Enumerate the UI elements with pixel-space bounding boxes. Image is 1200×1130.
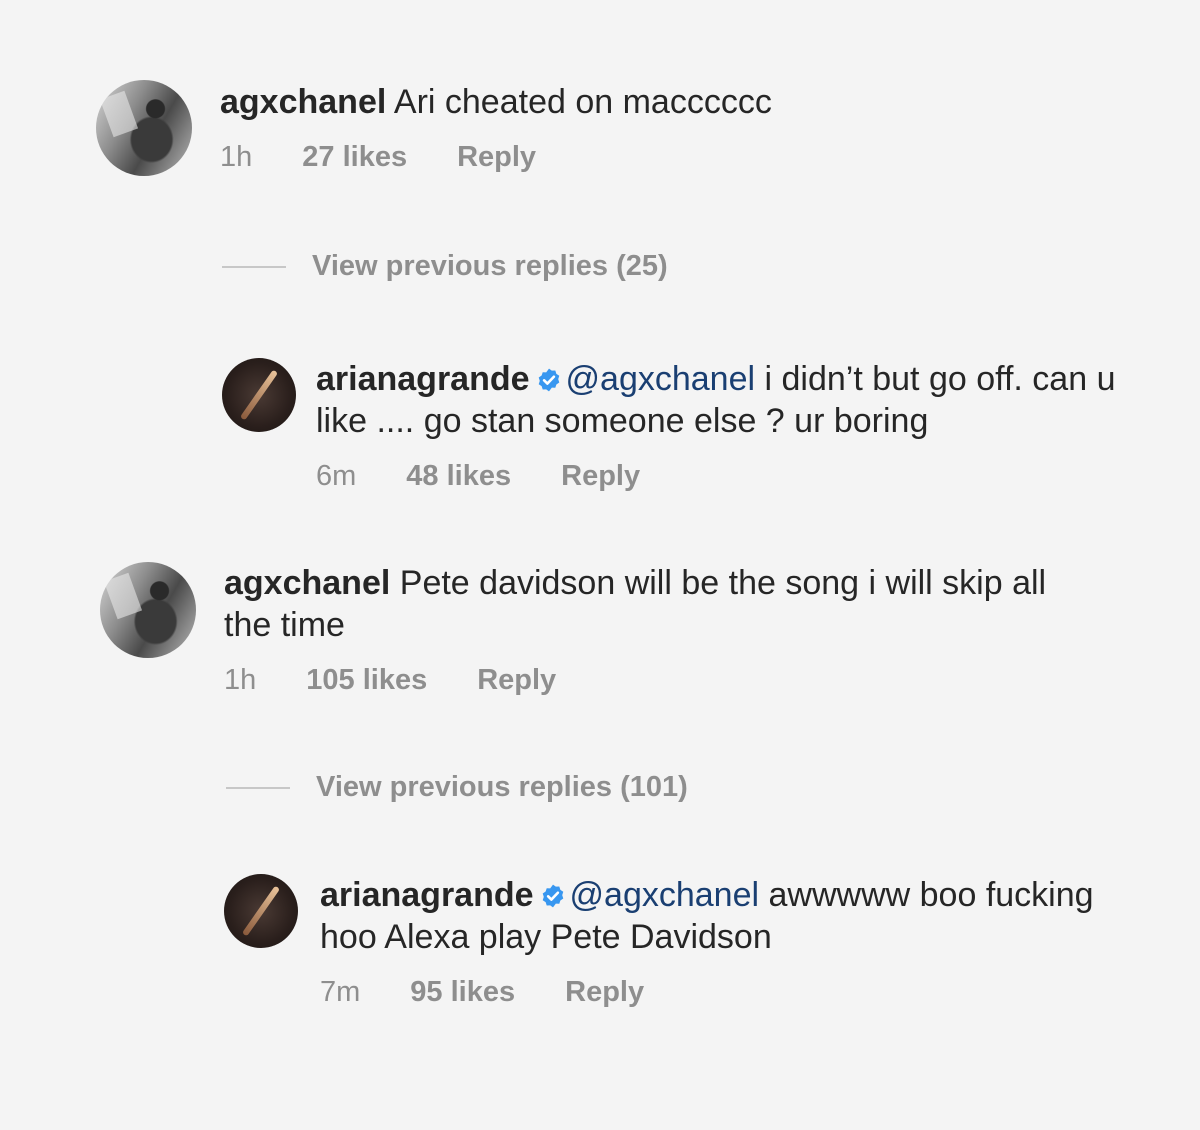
timestamp: 1h xyxy=(220,141,253,173)
reply-comment: arianagrande @agxchanel awwwww boo fuckin… xyxy=(224,874,1150,1009)
avatar[interactable] xyxy=(100,562,196,658)
comment-meta: 6m 48 likes Reply xyxy=(316,460,1146,493)
verified-badge-icon xyxy=(538,368,559,392)
likes-count[interactable]: 27 likes xyxy=(302,141,407,174)
avatar[interactable] xyxy=(96,80,192,176)
comment-text: arianagrande @agxchanel i didn’t but go o… xyxy=(316,358,1146,442)
username[interactable]: agxchanel xyxy=(224,564,390,602)
reply-button[interactable]: Reply xyxy=(565,976,644,1009)
comment-message: Ari cheated on macccccc xyxy=(393,83,772,121)
divider xyxy=(226,786,290,789)
comment-body: arianagrande @agxchanel awwwww boo fuckin… xyxy=(320,874,1150,1009)
mention-link[interactable]: @agxchanel xyxy=(566,360,756,398)
comment: agxchanel Ari cheated on macccccc 1h 27 … xyxy=(96,80,772,176)
verified-badge-icon xyxy=(542,884,563,908)
reply-comment: arianagrande @agxchanel i didn’t but go o… xyxy=(222,358,1146,493)
username[interactable]: agxchanel xyxy=(220,83,386,121)
comment-meta: 1h 27 likes Reply xyxy=(220,141,772,174)
view-replies-label[interactable]: View previous replies (25) xyxy=(312,250,668,283)
comment-body: agxchanel Pete davidson will be the song… xyxy=(224,562,1094,697)
timestamp: 6m xyxy=(316,460,357,492)
likes-count[interactable]: 95 likes xyxy=(410,976,515,1009)
reply-button[interactable]: Reply xyxy=(561,460,640,493)
username[interactable]: arianagrande xyxy=(316,360,530,398)
comment-body: agxchanel Ari cheated on macccccc 1h 27 … xyxy=(220,80,772,174)
comment-meta: 1h 105 likes Reply xyxy=(224,664,1094,697)
comment-text: arianagrande @agxchanel awwwww boo fuckin… xyxy=(320,874,1150,958)
likes-count[interactable]: 105 likes xyxy=(306,664,427,697)
view-previous-replies[interactable]: View previous replies (25) xyxy=(222,250,668,283)
comment-body: arianagrande @agxchanel i didn’t but go o… xyxy=(316,358,1146,493)
likes-count[interactable]: 48 likes xyxy=(406,460,511,493)
timestamp: 1h xyxy=(224,664,257,696)
avatar[interactable] xyxy=(222,358,296,432)
username[interactable]: arianagrande xyxy=(320,876,534,914)
comment-text: agxchanel Ari cheated on macccccc xyxy=(220,81,772,123)
view-replies-label[interactable]: View previous replies (101) xyxy=(316,771,688,804)
reply-button[interactable]: Reply xyxy=(477,664,556,697)
comment-text: agxchanel Pete davidson will be the song… xyxy=(224,562,1094,646)
divider xyxy=(222,265,286,268)
comment-meta: 7m 95 likes Reply xyxy=(320,976,1150,1009)
mention-link[interactable]: @agxchanel xyxy=(570,876,760,914)
comment: agxchanel Pete davidson will be the song… xyxy=(100,562,1094,697)
view-previous-replies[interactable]: View previous replies (101) xyxy=(226,771,688,804)
reply-button[interactable]: Reply xyxy=(457,141,536,174)
avatar[interactable] xyxy=(224,874,298,948)
timestamp: 7m xyxy=(320,976,361,1008)
